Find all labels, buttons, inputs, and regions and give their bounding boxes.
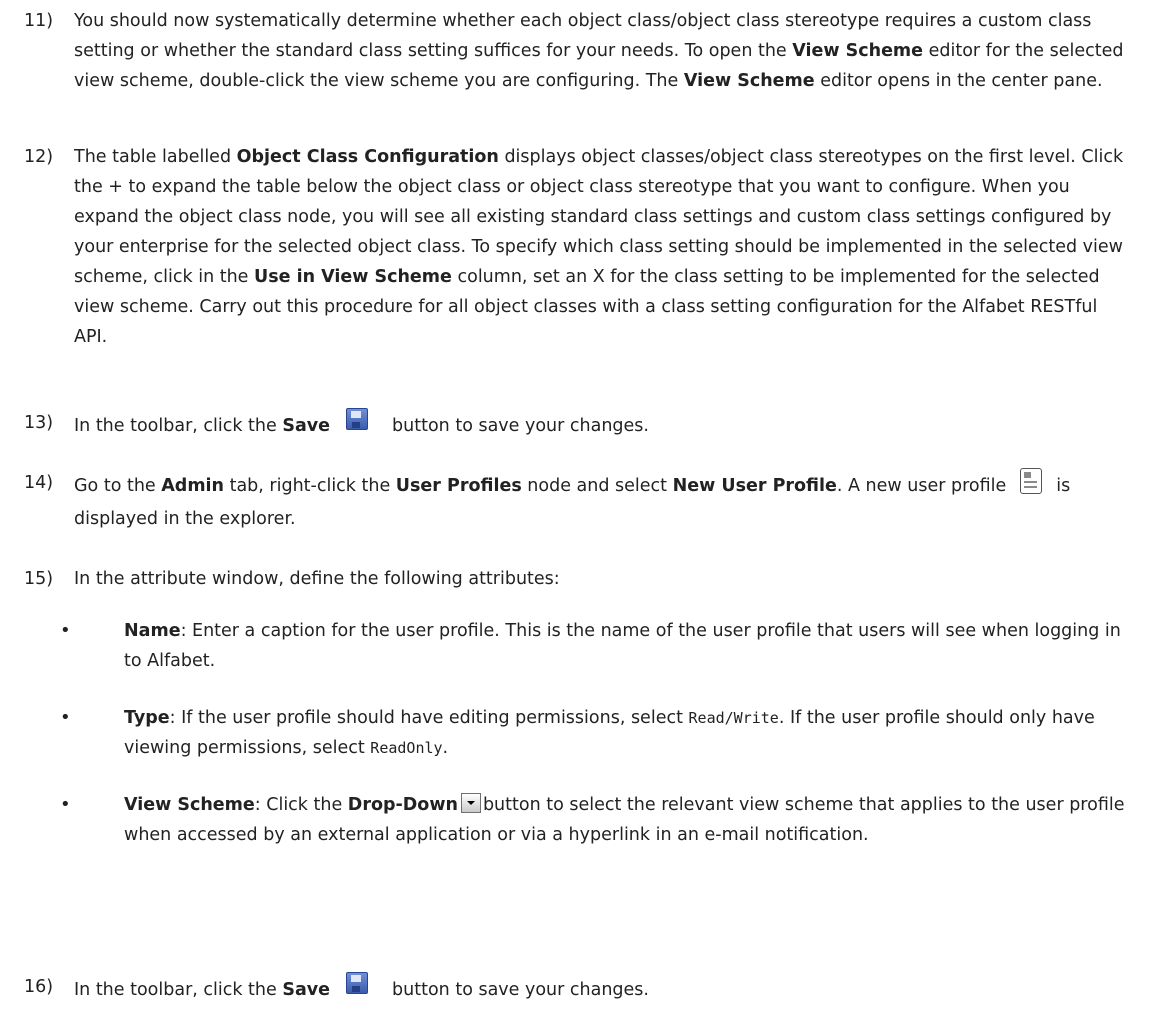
step-text: The table labelled Object Class Configur… (74, 147, 1124, 347)
step-number: 13) (24, 413, 54, 433)
bullet-dot: • (60, 620, 71, 641)
save-icon (346, 408, 369, 430)
step-number: 16) (24, 977, 54, 997)
step-number: 15) (24, 569, 54, 589)
bullet-text: Type: If the user profile should have ed… (124, 708, 1095, 758)
step-number: 14) (24, 473, 54, 493)
bullet-dot: • (60, 707, 71, 728)
bullet-dot: • (60, 794, 71, 815)
step-text: In the toolbar, click the Save button to … (74, 972, 1134, 1008)
step-text: Go to the Admin tab, right-click the Use… (74, 468, 1134, 534)
step-11: 11) You should now systematically determ… (24, 6, 1134, 96)
dropdown-arrow-icon (460, 793, 481, 813)
step-text: In the toolbar, click the Save button to … (74, 408, 1134, 444)
step-13: 13) In the toolbar, click the Save button… (24, 408, 1134, 444)
step-number: 12) (24, 147, 54, 167)
user-profile-icon (1020, 468, 1043, 494)
step-16: 16) In the toolbar, click the Save button… (24, 972, 1134, 1008)
bullet-text: View Scheme: Click the Drop-Down button t… (124, 793, 1125, 845)
save-icon (346, 972, 369, 994)
step-text: You should now systematically determine … (74, 11, 1124, 91)
step-15: 15) In the attribute window, define the … (24, 564, 1134, 594)
step-text: In the attribute window, define the foll… (74, 569, 560, 589)
bullet-name: • Name: Enter a caption for the user pro… (60, 616, 1130, 676)
bullet-view-scheme: • View Scheme: Click the Drop-Down button… (60, 790, 1130, 850)
step-14: 14) Go to the Admin tab, right-click the… (24, 468, 1134, 534)
bullet-text: Name: Enter a caption for the user profi… (124, 621, 1121, 671)
bullet-type: • Type: If the user profile should have … (60, 703, 1130, 763)
step-12: 12) The table labelled Object Class Conf… (24, 142, 1134, 352)
step-number: 11) (24, 11, 54, 31)
